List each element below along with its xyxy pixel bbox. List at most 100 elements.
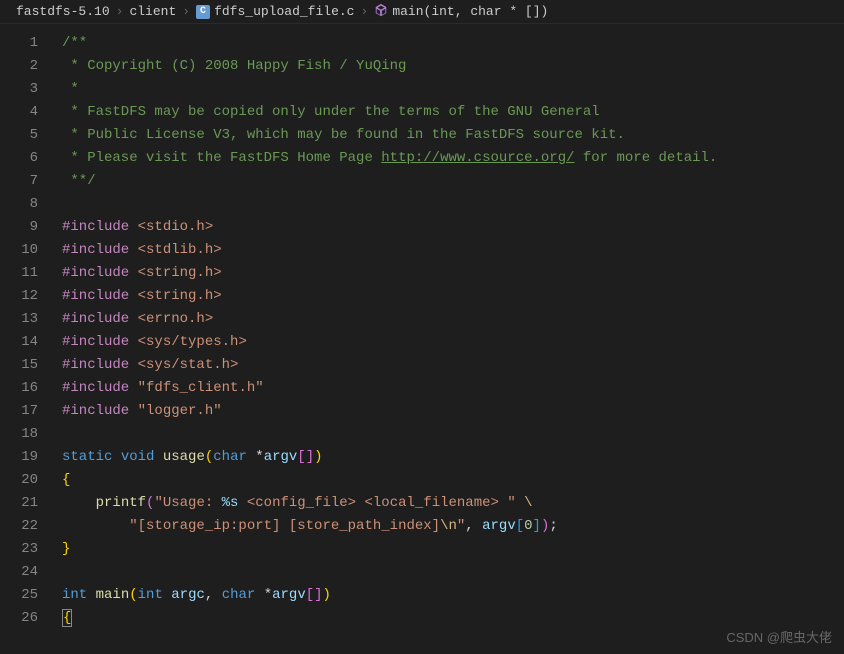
- code-token: [516, 495, 524, 511]
- c-file-icon: C: [196, 5, 210, 19]
- code-token: ): [323, 587, 331, 603]
- code-token: [: [516, 518, 524, 534]
- breadcrumb-item-symbol[interactable]: main(int, char * []): [374, 3, 548, 21]
- breadcrumb-sep: ›: [361, 4, 369, 19]
- code-token: argv: [482, 518, 516, 534]
- code-line[interactable]: [54, 423, 844, 446]
- code-editor[interactable]: 1234567891011121314151617181920212223242…: [0, 24, 844, 654]
- line-number: 17: [0, 400, 38, 423]
- code-token: "logger.h": [138, 403, 222, 419]
- code-line[interactable]: {: [54, 469, 844, 492]
- code-token: void: [121, 449, 155, 465]
- breadcrumb-item-folder[interactable]: client: [129, 4, 176, 19]
- code-line[interactable]: #include "logger.h": [54, 400, 844, 423]
- code-token: argv: [272, 587, 306, 603]
- line-number: 3: [0, 78, 38, 101]
- breadcrumb-item-file[interactable]: C fdfs_upload_file.c: [196, 4, 354, 19]
- line-number: 26: [0, 607, 38, 630]
- code-token: #include: [62, 403, 138, 419]
- code-line[interactable]: [54, 561, 844, 584]
- code-line[interactable]: * Copyright (C) 2008 Happy Fish / YuQing: [54, 55, 844, 78]
- code-token: char: [222, 587, 256, 603]
- line-number: 20: [0, 469, 38, 492]
- line-number: 24: [0, 561, 38, 584]
- code-line[interactable]: printf("Usage: %s <config_file> <local_f…: [54, 492, 844, 515]
- line-number: 23: [0, 538, 38, 561]
- code-token: *: [247, 449, 264, 465]
- code-line[interactable]: #include <sys/types.h>: [54, 331, 844, 354]
- line-number: 13: [0, 308, 38, 331]
- code-token: ): [314, 449, 322, 465]
- line-number: 5: [0, 124, 38, 147]
- code-token: "[storage_ip:port] [store_path_index]: [129, 518, 440, 534]
- code-token: <string.h>: [138, 288, 222, 304]
- line-number: 14: [0, 331, 38, 354]
- code-line[interactable]: #include <string.h>: [54, 285, 844, 308]
- code-line[interactable]: /**: [54, 32, 844, 55]
- code-line[interactable]: **/: [54, 170, 844, 193]
- breadcrumb-item-root[interactable]: fastdfs-5.10: [16, 4, 110, 19]
- code-line[interactable]: * Please visit the FastDFS Home Page htt…: [54, 147, 844, 170]
- code-line[interactable]: #include "fdfs_client.h": [54, 377, 844, 400]
- code-line[interactable]: * Public License V3, which may be found …: [54, 124, 844, 147]
- code-token: (: [205, 449, 213, 465]
- code-token: #include: [62, 380, 138, 396]
- code-token: int: [138, 587, 163, 603]
- code-token: int: [62, 587, 87, 603]
- code-line[interactable]: #include <stdio.h>: [54, 216, 844, 239]
- code-line[interactable]: #include <sys/stat.h>: [54, 354, 844, 377]
- code-line[interactable]: #include <string.h>: [54, 262, 844, 285]
- line-number-gutter: 1234567891011121314151617181920212223242…: [0, 24, 54, 654]
- code-line[interactable]: int main(int argc, char *argv[]): [54, 584, 844, 607]
- code-token: * FastDFS may be copied only under the t…: [62, 104, 600, 120]
- code-line[interactable]: * FastDFS may be copied only under the t…: [54, 101, 844, 124]
- code-line[interactable]: [54, 193, 844, 216]
- code-line[interactable]: }: [54, 538, 844, 561]
- code-line[interactable]: static void usage(char *argv[]): [54, 446, 844, 469]
- code-token: [112, 449, 120, 465]
- code-token: <errno.h>: [138, 311, 214, 327]
- code-token: static: [62, 449, 112, 465]
- code-token: <stdio.h>: [138, 219, 214, 235]
- code-token: ;: [549, 518, 557, 534]
- code-token: [163, 587, 171, 603]
- code-token: <stdlib.h>: [138, 242, 222, 258]
- code-token: <string.h>: [138, 265, 222, 281]
- code-token: (: [129, 587, 137, 603]
- code-token: #include: [62, 242, 138, 258]
- code-token: 0: [524, 518, 532, 534]
- code-token: #include: [62, 357, 138, 373]
- code-token: %s: [222, 495, 239, 511]
- code-token: for more detail.: [575, 150, 718, 166]
- code-line[interactable]: *: [54, 78, 844, 101]
- code-token: http://www.csource.org/: [381, 150, 574, 166]
- code-line[interactable]: #include <stdlib.h>: [54, 239, 844, 262]
- line-number: 10: [0, 239, 38, 262]
- line-number: 22: [0, 515, 38, 538]
- code-token: argv: [264, 449, 298, 465]
- code-token: main: [96, 587, 130, 603]
- breadcrumb[interactable]: fastdfs-5.10 › client › C fdfs_upload_fi…: [0, 0, 844, 24]
- line-number: 7: [0, 170, 38, 193]
- code-token: <sys/types.h>: [138, 334, 247, 350]
- line-number: 16: [0, 377, 38, 400]
- code-line[interactable]: "[storage_ip:port] [store_path_index]\n"…: [54, 515, 844, 538]
- code-token: ,: [465, 518, 482, 534]
- line-number: 15: [0, 354, 38, 377]
- code-line[interactable]: #include <errno.h>: [54, 308, 844, 331]
- code-token: ,: [205, 587, 222, 603]
- code-token: []: [297, 449, 314, 465]
- line-number: 18: [0, 423, 38, 446]
- line-number: 9: [0, 216, 38, 239]
- code-token: [154, 449, 162, 465]
- code-token: *: [255, 587, 272, 603]
- line-number: 8: [0, 193, 38, 216]
- code-token: * Please visit the FastDFS Home Page: [62, 150, 381, 166]
- code-area[interactable]: /** * Copyright (C) 2008 Happy Fish / Yu…: [54, 24, 844, 654]
- code-token: [62, 495, 96, 511]
- code-token: *: [62, 81, 79, 97]
- code-token: <sys/stat.h>: [138, 357, 239, 373]
- code-token: [62, 518, 129, 534]
- breadcrumb-sep: ›: [182, 4, 190, 19]
- code-token: }: [62, 541, 70, 557]
